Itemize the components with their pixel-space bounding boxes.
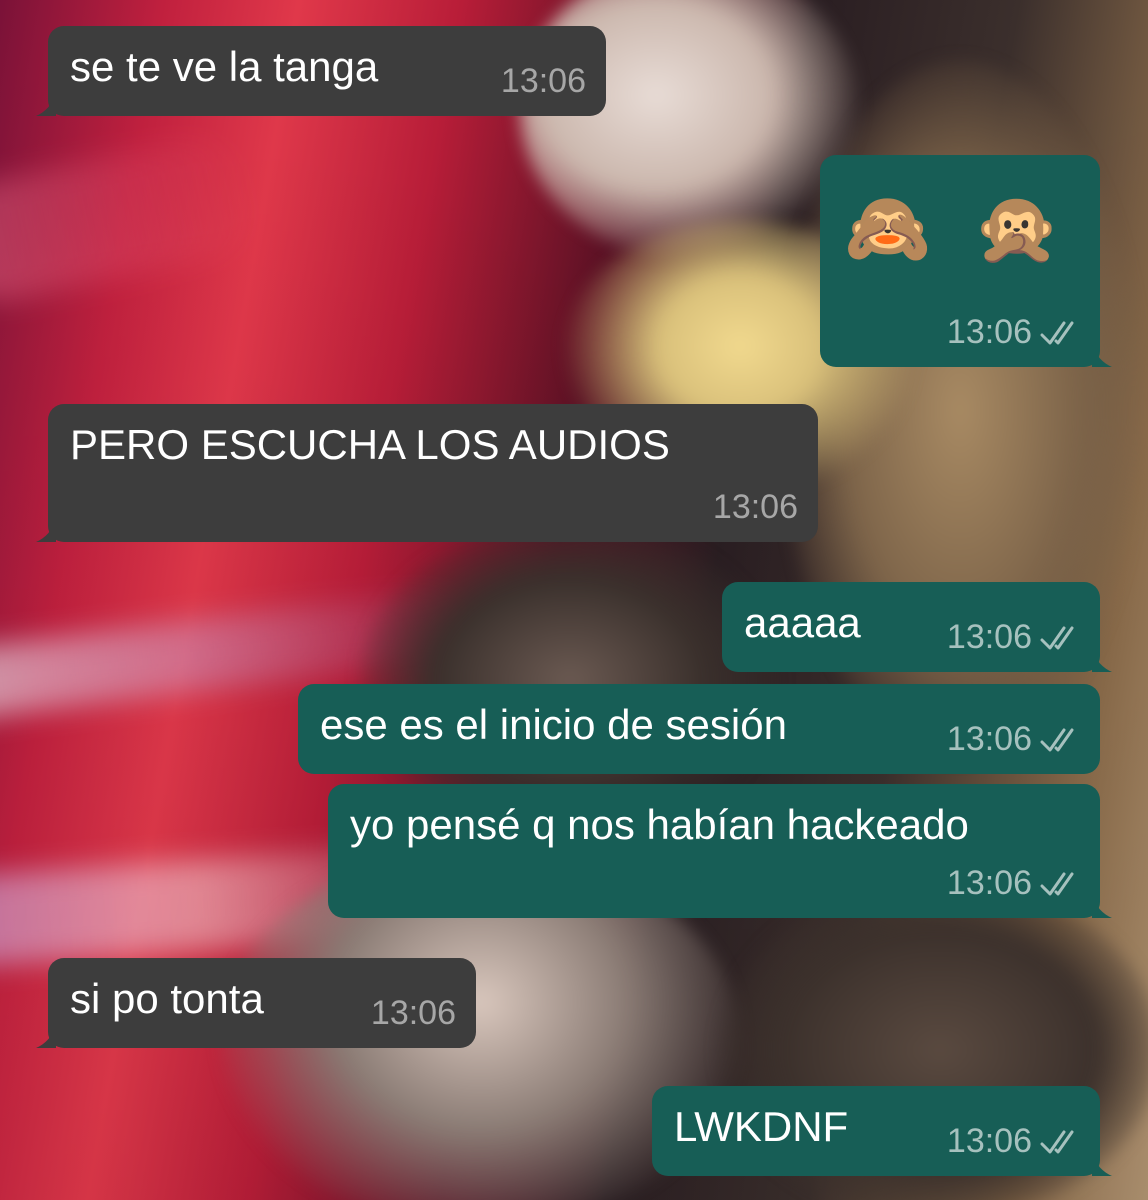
message-meta: 13:06: [947, 617, 1080, 658]
message-meta: 13:06: [947, 719, 1080, 760]
double-check-icon: [1040, 626, 1074, 650]
message-time: 13:06: [946, 313, 1032, 352]
monkey-emoji-icons: 🙈 🙊: [844, 187, 1071, 269]
message-text: LWKDNF: [674, 1103, 849, 1150]
message-time: 13:06: [370, 994, 456, 1033]
bubble-tail: [1092, 896, 1112, 918]
message-text: se te ve la tanga: [70, 43, 379, 90]
outgoing-message-bubble[interactable]: yo pensé q nos habían hackeado 13:06: [328, 784, 1112, 918]
message-time: 13:06: [946, 1122, 1032, 1161]
message-text: ese es el inicio de sesión: [320, 701, 787, 748]
bubble-tail: [1092, 1154, 1112, 1176]
message-time: 13:06: [946, 720, 1032, 759]
double-check-icon: [1040, 321, 1074, 345]
message-meta: 13:06: [947, 1121, 1080, 1162]
bubble-tail: [36, 1026, 56, 1048]
message-text: yo pensé q nos habían hackeado: [350, 801, 969, 848]
outgoing-message-bubble[interactable]: ese es el inicio de sesión 13:06: [298, 684, 1100, 774]
double-check-icon: [1040, 872, 1074, 896]
message-meta: 13:06: [501, 61, 586, 102]
outgoing-message-bubble[interactable]: aaaaa 13:06: [722, 582, 1112, 672]
message-meta: 13:06: [947, 312, 1080, 353]
message-time: 13:06: [500, 62, 586, 101]
outgoing-message-bubble[interactable]: LWKDNF 13:06: [652, 1086, 1112, 1176]
bubble-tail: [36, 94, 56, 116]
message-meta: 13:06: [713, 487, 798, 528]
bubble-tail: [1092, 345, 1112, 367]
message-meta: 13:06: [371, 993, 456, 1034]
bubble-tail: [36, 520, 56, 542]
incoming-message-bubble[interactable]: PERO ESCUCHA LOS AUDIOS 13:06: [36, 404, 818, 542]
message-time: 13:06: [712, 488, 798, 527]
double-check-icon: [1040, 1130, 1074, 1154]
message-time: 13:06: [946, 618, 1032, 657]
message-text: si po tonta: [70, 975, 264, 1022]
incoming-message-bubble[interactable]: se te ve la tanga 13:06: [36, 26, 606, 116]
double-check-icon: [1040, 728, 1074, 752]
chat-thread: se te ve la tanga 13:06 🙈 🙊 13:06 PERO E…: [0, 0, 1148, 1200]
message-meta: 13:06: [947, 863, 1080, 904]
message-text: aaaaa: [744, 599, 861, 646]
incoming-message-bubble[interactable]: si po tonta 13:06: [36, 958, 476, 1048]
outgoing-message-bubble[interactable]: 🙈 🙊 13:06: [820, 155, 1112, 367]
bubble-tail: [1092, 650, 1112, 672]
message-text: PERO ESCUCHA LOS AUDIOS: [70, 421, 670, 468]
message-time: 13:06: [946, 864, 1032, 903]
